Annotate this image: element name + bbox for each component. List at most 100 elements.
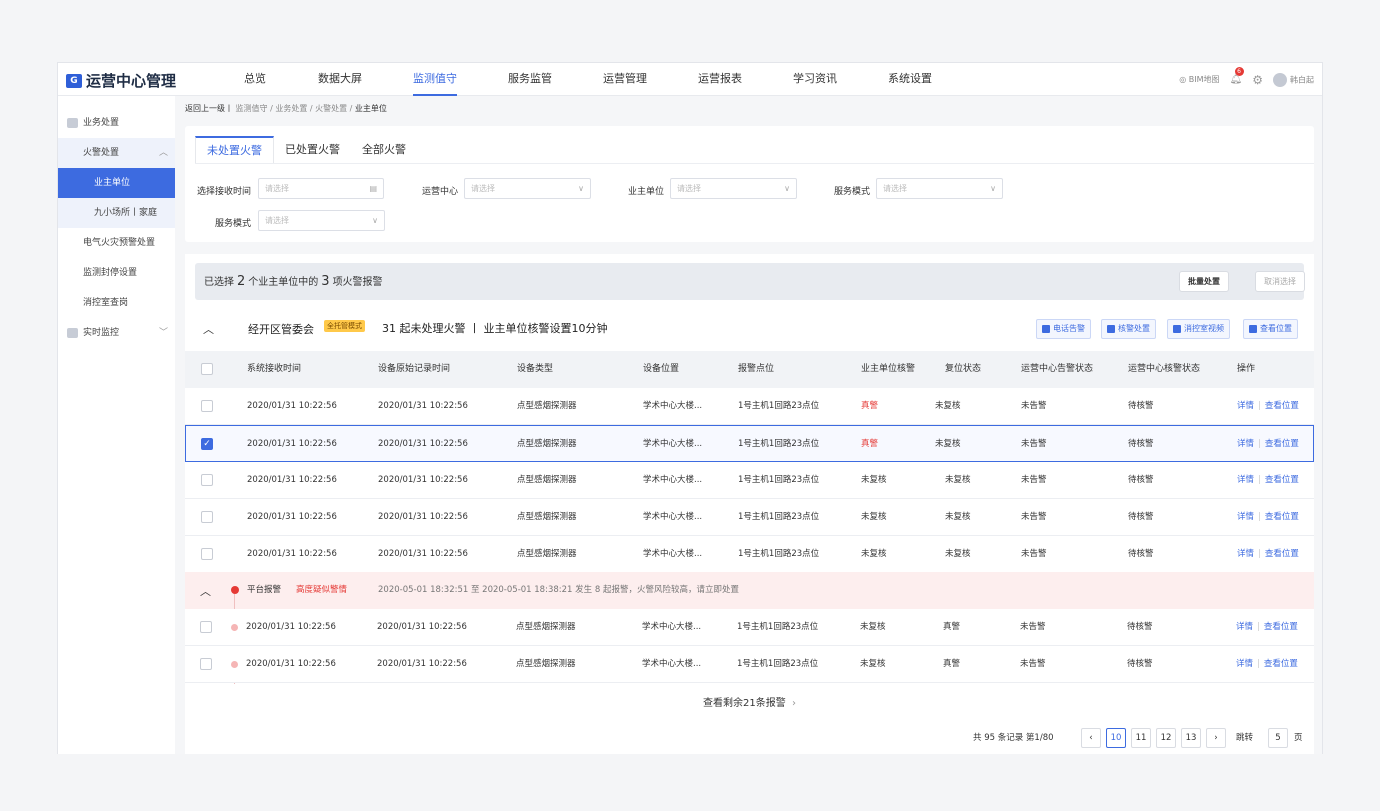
locate-link[interactable]: 查看位置 [1265, 512, 1299, 522]
detail-link[interactable]: 详情 [1236, 622, 1253, 632]
sidebar-item-owner-unit[interactable]: 业主单位 [58, 168, 175, 198]
nav-monitoring[interactable]: 监测值守 [413, 63, 457, 96]
row-checkbox[interactable] [200, 658, 212, 670]
table-row[interactable]: 2020/01/31 10:22:56 2020/01/31 10:22:56 … [185, 646, 1314, 683]
nav-data-screen[interactable]: 数据大屏 [318, 63, 362, 96]
device-location: 学术中心大楼... [643, 439, 703, 449]
row-checkbox[interactable] [201, 474, 213, 486]
service-mode-select[interactable]: 请选择 ∨ [876, 178, 1003, 199]
chevron-right-icon: › [791, 698, 796, 709]
detail-link[interactable]: 详情 [1237, 401, 1254, 411]
locate-link[interactable]: 查看位置 [1265, 439, 1299, 449]
nav-system-settings[interactable]: 系统设置 [888, 63, 932, 96]
alarm-point: 1号主机1回路23点位 [737, 622, 819, 632]
reset-status: 未复核 [935, 439, 961, 449]
sidebar-item-electrical-fire[interactable]: 电气火灾预警处置 [58, 228, 175, 258]
platform-alarm-row[interactable]: ︿ 平台报警 高度疑似警情 2020-05-01 18:32:51 至 2020… [185, 572, 1314, 609]
user-menu[interactable]: 韩白起 [1273, 72, 1314, 87]
locate-link[interactable]: 查看位置 [1265, 549, 1299, 559]
alarm-point: 1号主机1回路23点位 [737, 659, 819, 669]
detail-link[interactable]: 详情 [1237, 512, 1254, 522]
row-checkbox[interactable] [201, 511, 213, 523]
locate-link[interactable]: 查看位置 [1265, 475, 1299, 485]
service-mode-select-2[interactable]: 请选择 ∨ [258, 210, 385, 231]
back-link[interactable]: 返回上一级丨 [185, 104, 233, 113]
center-verify-status: 待核警 [1127, 659, 1153, 669]
receive-time-picker[interactable]: 请选择 ▤ [258, 178, 384, 199]
record-time: 2020/01/31 10:22:56 [378, 512, 468, 522]
prev-page-button[interactable]: ‹ [1081, 728, 1101, 748]
phone-alert-button[interactable]: 电话告警 [1036, 319, 1091, 339]
table-row[interactable]: ✓ 2020/01/31 10:22:56 2020/01/31 10:22:5… [185, 425, 1314, 462]
page-button[interactable]: 13 [1181, 728, 1201, 748]
notification-bell[interactable]: 🔔︎ 6 [1230, 67, 1244, 85]
row-checkbox[interactable] [201, 400, 213, 412]
selection-prefix: 已选择 [204, 277, 234, 288]
sidebar-item-control-room[interactable]: 消控室查岗 [58, 288, 175, 318]
nav-overview[interactable]: 总览 [244, 63, 266, 96]
detail-link[interactable]: 详情 [1237, 439, 1254, 449]
select-all-checkbox[interactable] [201, 363, 213, 375]
gear-icon[interactable]: ⚙ [1252, 73, 1263, 87]
page-button[interactable]: 12 [1156, 728, 1176, 748]
next-page-button[interactable]: › [1206, 728, 1226, 748]
sidebar-item-business[interactable]: 业务处置 [58, 108, 175, 138]
view-remaining-link[interactable]: 查看剩余21条报警 › [185, 694, 1314, 709]
op-separator: | [1257, 622, 1260, 632]
nav-operation-management[interactable]: 运营管理 [603, 63, 647, 96]
sidebar-item-label: 火警处置 [83, 148, 120, 158]
cancel-selection-button[interactable]: 取消选择 [1255, 271, 1305, 292]
sidebar-item-monitor-suspend[interactable]: 监测封停设置 [58, 258, 175, 288]
detail-link[interactable]: 详情 [1237, 475, 1254, 485]
logo[interactable]: G 运营中心管理 [66, 70, 176, 91]
view-remaining-label: 查看剩余21条报警 [703, 698, 786, 709]
chevron-up-icon[interactable]: ︿ [203, 321, 214, 337]
nav-service-supervision[interactable]: 服务监管 [508, 63, 552, 96]
operation-center-select[interactable]: 请选择 ∨ [464, 178, 591, 199]
tab-all[interactable]: 全部火警 [351, 136, 417, 163]
alarm-point: 1号主机1回路23点位 [738, 439, 820, 449]
selection-suffix: 项火警报警 [332, 277, 383, 288]
owner-unit-select[interactable]: 请选择 ∨ [670, 178, 797, 199]
batch-handle-button[interactable]: 批量处置 [1179, 271, 1229, 292]
control-room-video-button[interactable]: 消控室视频 [1167, 319, 1230, 339]
row-checkbox[interactable] [201, 548, 213, 560]
view-location-button[interactable]: 查看位置 [1243, 319, 1298, 339]
center-alert-status: 未告警 [1020, 659, 1046, 669]
sidebar-item-label: 实时监控 [83, 328, 120, 338]
user-name: 韩白起 [1290, 75, 1314, 84]
tab-unhandled[interactable]: 未处置火警 [195, 136, 274, 163]
owner-verify: 未复核 [861, 475, 887, 485]
table-row[interactable]: 2020/01/31 10:22:56 2020/01/31 10:22:56 … [185, 462, 1314, 499]
chevron-left-icon: ‹ [1089, 733, 1093, 743]
nav-learning[interactable]: 学习资讯 [793, 63, 837, 96]
locate-link[interactable]: 查看位置 [1265, 401, 1299, 411]
breadcrumb-path[interactable]: 监测值守 / 业务处置 / 火警处置 / [236, 104, 355, 113]
row-checkbox[interactable]: ✓ [201, 438, 213, 450]
detail-link[interactable]: 详情 [1236, 659, 1253, 669]
table-row[interactable]: 2020/01/31 10:22:56 2020/01/31 10:22:56 … [185, 536, 1314, 573]
jump-page-input[interactable]: 5 [1268, 728, 1288, 748]
sidebar-item-fire-alarm[interactable]: 火警处置 ︿ [58, 138, 175, 168]
locate-link[interactable]: 查看位置 [1264, 659, 1298, 669]
detail-link[interactable]: 详情 [1237, 549, 1254, 559]
table-row[interactable]: 2020/01/31 10:22:56 2020/01/31 10:22:56 … [185, 499, 1314, 536]
locate-link[interactable]: 查看位置 [1264, 622, 1298, 632]
bim-map-link[interactable]: ◎ BIM地图 [1179, 74, 1219, 85]
sidebar: 业务处置 火警处置 ︿ 业主单位 九小场所丨家庭 电气火灾预警处置 监测封停设置… [58, 96, 175, 754]
chevron-up-icon[interactable]: ︿ [200, 583, 211, 599]
row-checkbox[interactable] [200, 621, 212, 633]
chevron-down-icon: ∨ [372, 216, 378, 225]
page-button[interactable]: 11 [1131, 728, 1151, 748]
table-row[interactable]: 2020/01/31 10:22:56 2020/01/31 10:22:56 … [185, 388, 1314, 425]
tab-handled[interactable]: 已处置火警 [274, 136, 351, 163]
sidebar-item-small-venues[interactable]: 九小场所丨家庭 [58, 198, 175, 228]
verify-handle-button[interactable]: 核警处置 [1101, 319, 1156, 339]
page-button-current[interactable]: 10 [1106, 728, 1126, 748]
table-row[interactable]: 2020/01/31 10:22:56 2020/01/31 10:22:56 … [185, 609, 1314, 646]
nav-operation-reports[interactable]: 运营报表 [698, 63, 742, 96]
selection-bar: 已选择 2 个业主单位中的 3 项火警报警 批量处置 取消选择 [195, 263, 1305, 300]
receive-time: 2020/01/31 10:22:56 [247, 512, 337, 522]
sidebar-item-realtime[interactable]: 实时监控 ﹀ [58, 318, 175, 348]
record-time: 2020/01/31 10:22:56 [377, 622, 467, 632]
